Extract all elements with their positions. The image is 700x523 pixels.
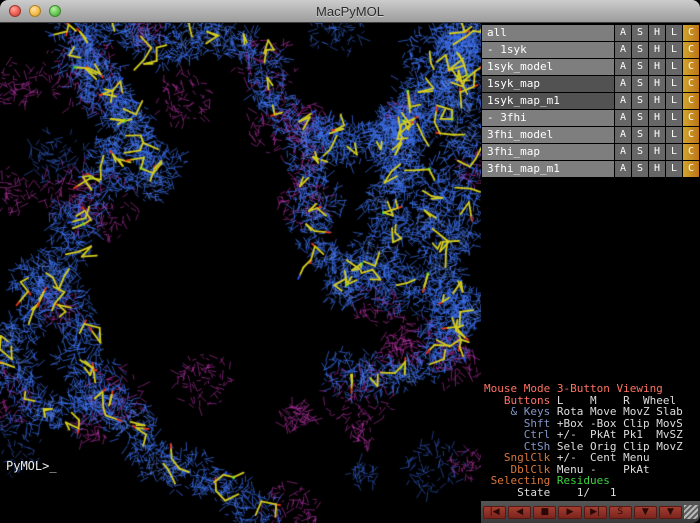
object-button-l[interactable]: L <box>666 25 682 41</box>
object-button-c[interactable]: C <box>683 161 699 177</box>
object-button-h[interactable]: H <box>649 144 665 160</box>
mouse-panel-line[interactable]: State 1/ 1 <box>484 487 700 499</box>
movie-go-to-end-button[interactable]: ▶| <box>584 506 607 519</box>
object-name[interactable]: 1syk_map <box>482 76 614 92</box>
object-button-h[interactable]: H <box>649 59 665 75</box>
object-button-h[interactable]: H <box>649 76 665 92</box>
object-button-c[interactable]: C <box>683 144 699 160</box>
movie-step-back-button[interactable]: ◀ <box>508 506 531 519</box>
object-name[interactable]: all <box>482 25 614 41</box>
object-name[interactable]: 3fhi_map <box>482 144 614 160</box>
object-button-c[interactable]: C <box>683 59 699 75</box>
movie-go-to-start-button[interactable]: |◀ <box>483 506 506 519</box>
object-button-c[interactable]: C <box>683 25 699 41</box>
object-button-s[interactable]: S <box>632 25 648 41</box>
object-row: - 1sykASHLC <box>482 42 699 58</box>
main-area: PyMOL>_ allASHLC- 1sykASHLC1syk_modelASH… <box>0 23 700 523</box>
window-title: MacPyMOL <box>316 4 384 19</box>
object-button-a[interactable]: A <box>615 59 631 75</box>
object-row: 1syk_map_m1ASHLC <box>482 93 699 109</box>
minimize-button[interactable] <box>29 5 41 17</box>
object-row: - 3fhiASHLC <box>482 110 699 126</box>
object-name[interactable]: 1syk_map_m1 <box>482 93 614 109</box>
command-prompt[interactable]: PyMOL>_ <box>6 459 57 473</box>
object-button-l[interactable]: L <box>666 161 682 177</box>
internal-gui-panel: allASHLC- 1sykASHLC1syk_modelASHLC1syk_m… <box>481 23 700 523</box>
object-button-a[interactable]: A <box>615 110 631 126</box>
movie-scene-button[interactable]: S <box>609 506 632 519</box>
molecule-viewport[interactable]: PyMOL>_ <box>0 23 481 523</box>
mouse-panel: Mouse Mode 3-Button Viewing Buttons L M … <box>481 383 700 501</box>
object-button-l[interactable]: L <box>666 76 682 92</box>
movie-stop-button[interactable]: ■ <box>533 506 556 519</box>
object-button-a[interactable]: A <box>615 25 631 41</box>
object-button-s[interactable]: S <box>632 42 648 58</box>
object-name[interactable]: 3fhi_model <box>482 127 614 143</box>
object-button-a[interactable]: A <box>615 161 631 177</box>
panel-spacer <box>481 178 700 383</box>
object-button-s[interactable]: S <box>632 161 648 177</box>
object-button-s[interactable]: S <box>632 59 648 75</box>
object-button-h[interactable]: H <box>649 42 665 58</box>
object-button-s[interactable]: S <box>632 110 648 126</box>
object-name[interactable]: 3fhi_map_m1 <box>482 161 614 177</box>
object-list: allASHLC- 1sykASHLC1syk_modelASHLC1syk_m… <box>481 23 700 178</box>
electron-density-render[interactable] <box>0 23 481 523</box>
object-button-h[interactable]: H <box>649 161 665 177</box>
object-button-c[interactable]: C <box>683 42 699 58</box>
movie-play-button[interactable]: ▶ <box>558 506 581 519</box>
object-button-l[interactable]: L <box>666 93 682 109</box>
object-button-h[interactable]: H <box>649 127 665 143</box>
object-button-l[interactable]: L <box>666 110 682 126</box>
object-button-a[interactable]: A <box>615 76 631 92</box>
object-name[interactable]: 1syk_model <box>482 59 614 75</box>
close-button[interactable] <box>9 5 21 17</box>
object-name[interactable]: - 3fhi <box>482 110 614 126</box>
movie-controls: |◀◀■▶▶|S▼▼ <box>483 506 682 519</box>
mouse-panel-text: State <box>484 486 550 499</box>
object-row: 3fhi_modelASHLC <box>482 127 699 143</box>
object-button-a[interactable]: A <box>615 127 631 143</box>
object-button-c[interactable]: C <box>683 127 699 143</box>
movie-bar: |◀◀■▶▶|S▼▼ <box>481 501 700 523</box>
object-button-c[interactable]: C <box>683 93 699 109</box>
object-button-c[interactable]: C <box>683 110 699 126</box>
object-button-l[interactable]: L <box>666 127 682 143</box>
object-row: allASHLC <box>482 25 699 41</box>
object-row: 3fhi_map_m1ASHLC <box>482 161 699 177</box>
object-button-a[interactable]: A <box>615 42 631 58</box>
mouse-panel-text: 1/ 1 <box>550 486 616 499</box>
object-button-s[interactable]: S <box>632 144 648 160</box>
resize-grip[interactable] <box>684 505 698 519</box>
object-button-s[interactable]: S <box>632 127 648 143</box>
object-row: 1syk_modelASHLC <box>482 59 699 75</box>
movie-menu-left-button[interactable]: ▼ <box>634 506 657 519</box>
object-button-h[interactable]: H <box>649 93 665 109</box>
object-button-s[interactable]: S <box>632 93 648 109</box>
object-row: 3fhi_mapASHLC <box>482 144 699 160</box>
object-button-l[interactable]: L <box>666 59 682 75</box>
zoom-button[interactable] <box>49 5 61 17</box>
object-button-a[interactable]: A <box>615 93 631 109</box>
object-button-s[interactable]: S <box>632 76 648 92</box>
object-button-h[interactable]: H <box>649 25 665 41</box>
movie-menu-right-button[interactable]: ▼ <box>659 506 682 519</box>
object-row: 1syk_mapASHLC <box>482 76 699 92</box>
macpymol-window: MacPyMOL PyMOL>_ allASHLC- 1sykASHLC1syk… <box>0 0 700 523</box>
object-button-a[interactable]: A <box>615 144 631 160</box>
object-button-h[interactable]: H <box>649 110 665 126</box>
object-button-l[interactable]: L <box>666 144 682 160</box>
title-bar[interactable]: MacPyMOL <box>0 0 700 23</box>
object-button-c[interactable]: C <box>683 76 699 92</box>
window-controls <box>9 0 61 22</box>
object-name[interactable]: - 1syk <box>482 42 614 58</box>
object-button-l[interactable]: L <box>666 42 682 58</box>
